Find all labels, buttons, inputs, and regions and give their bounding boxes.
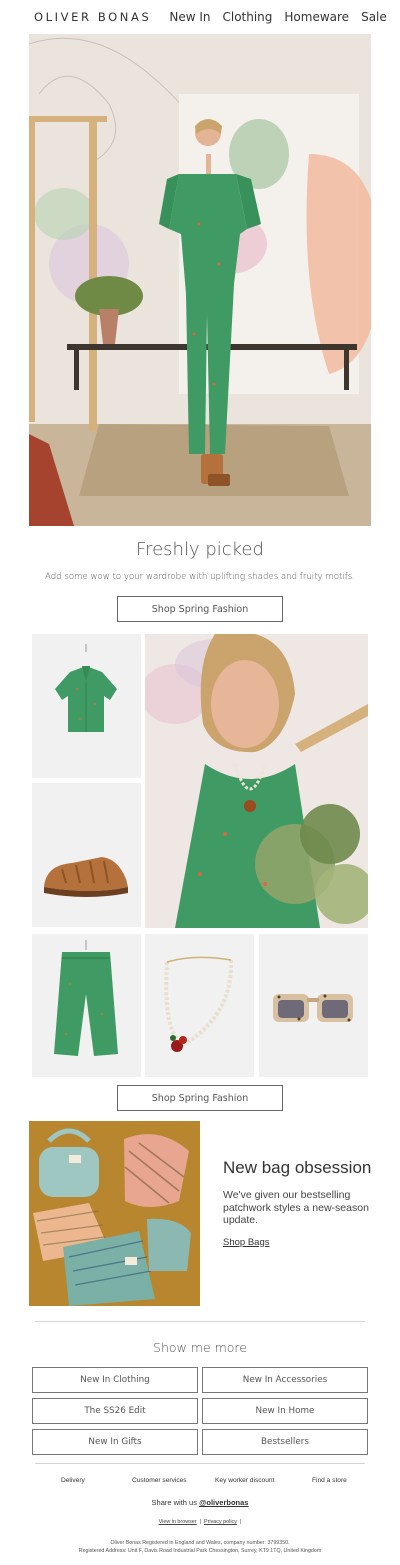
- email-page: OLIVER BONAS New In Clothing Homeware Sa…: [0, 0, 400, 1565]
- bags-body: We've given our bestselling patchwork st…: [223, 1189, 369, 1226]
- nav-clothing[interactable]: Clothing: [222, 10, 272, 24]
- shop-spring-fashion-button-2[interactable]: Shop Spring Fashion: [117, 1085, 283, 1111]
- view-in-browser-link[interactable]: View in browser: [159, 1519, 197, 1525]
- new-in-accessories-button[interactable]: New In Accessories: [202, 1367, 368, 1393]
- new-in-home-button[interactable]: New In Home: [202, 1398, 368, 1424]
- show-more-heading: Show me more: [153, 1340, 247, 1355]
- separator: |: [198, 1519, 203, 1525]
- legal-links: View in browser | Privacy policy |: [0, 1519, 400, 1525]
- nav-homeware[interactable]: Homeware: [284, 10, 349, 24]
- new-in-gifts-button[interactable]: New In Gifts: [32, 1429, 198, 1455]
- nav-sale[interactable]: Sale: [361, 10, 387, 24]
- privacy-policy-link[interactable]: Privacy policy: [204, 1519, 237, 1525]
- footer-find-store-link[interactable]: Find a store: [312, 1477, 347, 1484]
- product-tile-sandals[interactable]: [32, 783, 141, 927]
- product-tile-sunglasses[interactable]: [259, 934, 368, 1077]
- product-tile-trousers[interactable]: [32, 934, 141, 1077]
- bags-heading: New bag obsession: [223, 1158, 372, 1177]
- legal-line-1: Oliver Bonas Registered in England and W…: [110, 1540, 290, 1546]
- legal-text: Oliver Bonas Registered in England and W…: [0, 1539, 400, 1555]
- share-prefix: Share with us: [151, 1498, 197, 1507]
- bags-copy: New bag obsession We've given our bestse…: [223, 1158, 373, 1250]
- legal-line-2: Registered Address: Unit F, Davis Road I…: [78, 1548, 322, 1554]
- shop-spring-fashion-button[interactable]: Shop Spring Fashion: [117, 596, 283, 622]
- footer-key-worker-link[interactable]: Key worker discount: [215, 1477, 274, 1484]
- model-closeup-image[interactable]: [145, 634, 368, 928]
- hero-image[interactable]: [29, 34, 371, 526]
- bestsellers-button[interactable]: Bestsellers: [202, 1429, 368, 1455]
- new-in-clothing-button[interactable]: New In Clothing: [32, 1367, 198, 1393]
- hero-subheading: Add some wow to your wardrobe with uplif…: [44, 572, 355, 582]
- ss26-edit-button[interactable]: The SS26 Edit: [32, 1398, 198, 1424]
- hero-heading: Freshly picked: [136, 539, 264, 560]
- footer-delivery-link[interactable]: Delivery: [61, 1477, 85, 1484]
- share-line: Share with us @oliverbonas: [0, 1498, 400, 1507]
- footer-customer-services-link[interactable]: Customer services: [132, 1477, 187, 1484]
- divider: [35, 1321, 365, 1322]
- separator: |: [238, 1519, 242, 1525]
- brand-logo[interactable]: OLIVER BONAS: [34, 10, 151, 24]
- product-tile-shirt[interactable]: [32, 634, 141, 778]
- footer-divider: [35, 1463, 365, 1464]
- header: OLIVER BONAS New In Clothing Homeware Sa…: [0, 0, 400, 34]
- bags-image[interactable]: [29, 1121, 200, 1306]
- main-nav: New In Clothing Homeware Sale: [169, 10, 386, 24]
- shop-bags-link[interactable]: Shop Bags: [223, 1237, 269, 1248]
- product-tile-necklace[interactable]: [145, 934, 254, 1077]
- instagram-handle-link[interactable]: @oliverbonas: [199, 1498, 248, 1507]
- nav-new-in[interactable]: New In: [169, 10, 210, 24]
